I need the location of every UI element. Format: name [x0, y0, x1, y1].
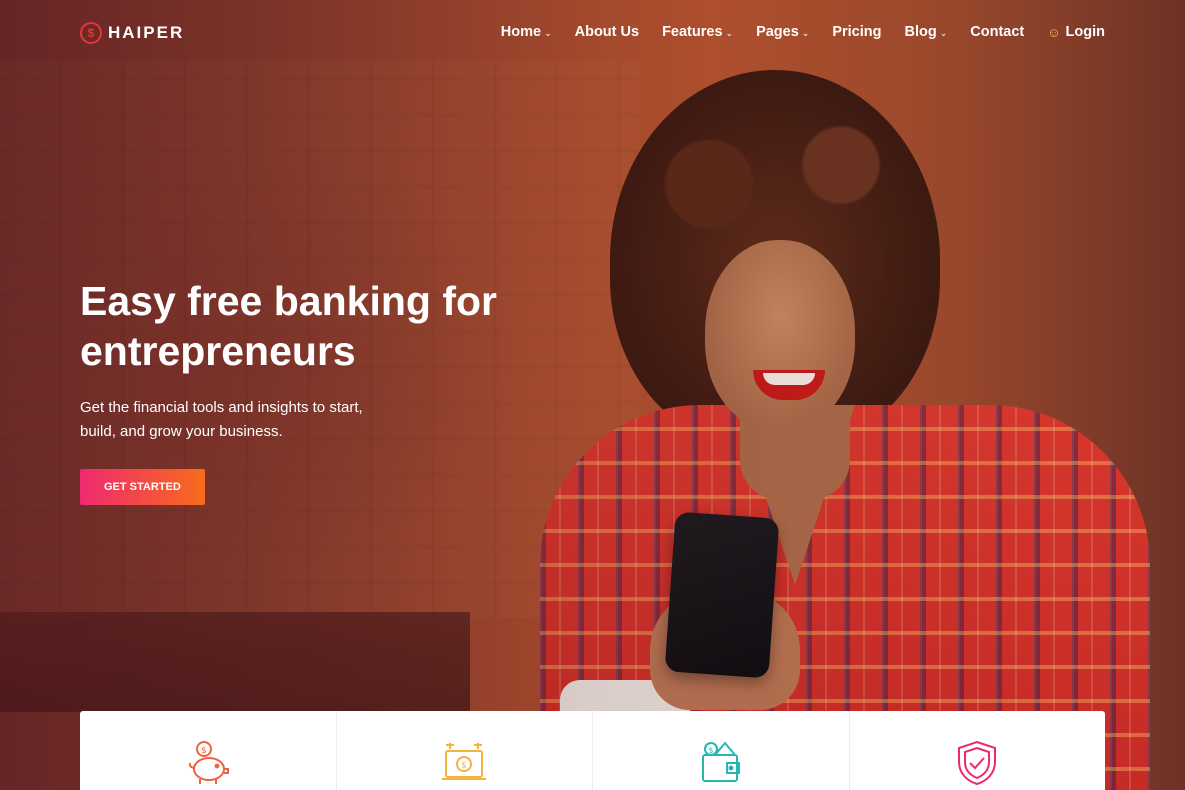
- svg-text:$: $: [461, 761, 467, 771]
- user-icon: ☺: [1047, 24, 1061, 40]
- chevron-down-icon: ⌄: [939, 27, 948, 38]
- globe-logo-icon: $: [80, 22, 102, 44]
- nav-item-pricing[interactable]: Pricing: [832, 24, 881, 40]
- online-payment-icon: $: [442, 743, 487, 780]
- wallet-icon: $: [701, 741, 740, 782]
- feature-card-online-payments[interactable]: $: [337, 711, 593, 790]
- nav-item-features[interactable]: Features ⌄: [662, 24, 733, 40]
- feature-cards: $ $ $: [80, 711, 1105, 790]
- hero-content: Easy free banking for entrepreneurs Get …: [80, 276, 540, 505]
- hero-subtitle-line2: build, and grow your business.: [80, 423, 283, 440]
- nav-item-label: Home: [500, 24, 542, 40]
- nav-item-label: Blog: [904, 24, 937, 40]
- nav-item-blog[interactable]: Blog ⌄: [905, 24, 948, 40]
- feature-card-savings[interactable]: $: [80, 711, 337, 790]
- hero-headline-line2: entrepreneurs: [80, 328, 356, 374]
- hero-headline-line1: Easy free banking for: [80, 278, 497, 324]
- nav-item-pages[interactable]: Pages ⌄: [756, 24, 809, 40]
- brand-name: HAIPER: [108, 23, 185, 42]
- nav-item-label: Pricing: [832, 24, 882, 40]
- main-menu: Home ⌄ About Us Features ⌄ Pages ⌄ Prici…: [501, 24, 1105, 40]
- chevron-down-icon: ⌄: [801, 27, 810, 38]
- hero-section: $ HAIPER Home ⌄ About Us Features ⌄ Page…: [0, 0, 1185, 790]
- login-link[interactable]: ☺ Login: [1047, 24, 1105, 40]
- hero-headline: Easy free banking for entrepreneurs: [80, 276, 540, 376]
- top-navigation: $ HAIPER Home ⌄ About Us Features ⌄ Page…: [0, 0, 1185, 68]
- svg-text:$: $: [708, 746, 713, 755]
- nav-item-contact[interactable]: Contact: [970, 24, 1024, 40]
- hero-subtitle: Get the financial tools and insights to …: [80, 396, 380, 444]
- brand-logo[interactable]: $ HAIPER: [80, 22, 184, 44]
- nav-item-label: Pages: [756, 24, 799, 40]
- chevron-down-icon: ⌄: [544, 27, 552, 38]
- get-started-button[interactable]: GET STARTED: [80, 469, 205, 505]
- login-label: Login: [1065, 24, 1105, 40]
- shield-check-icon: [958, 740, 997, 786]
- nav-item-label: Features: [662, 24, 723, 40]
- piggy-bank-icon: $: [188, 741, 229, 784]
- nav-item-label: About Us: [574, 24, 640, 40]
- chevron-down-icon: ⌄: [725, 27, 734, 38]
- feature-card-security[interactable]: [850, 711, 1106, 790]
- nav-item-about-us[interactable]: About Us: [575, 24, 639, 40]
- feature-card-wallet[interactable]: $: [593, 711, 850, 790]
- nav-item-label: Contact: [970, 24, 1025, 40]
- svg-text:$: $: [201, 746, 207, 756]
- nav-item-home[interactable]: Home ⌄: [501, 24, 552, 40]
- hero-subtitle-line1: Get the financial tools and insights to …: [80, 399, 363, 416]
